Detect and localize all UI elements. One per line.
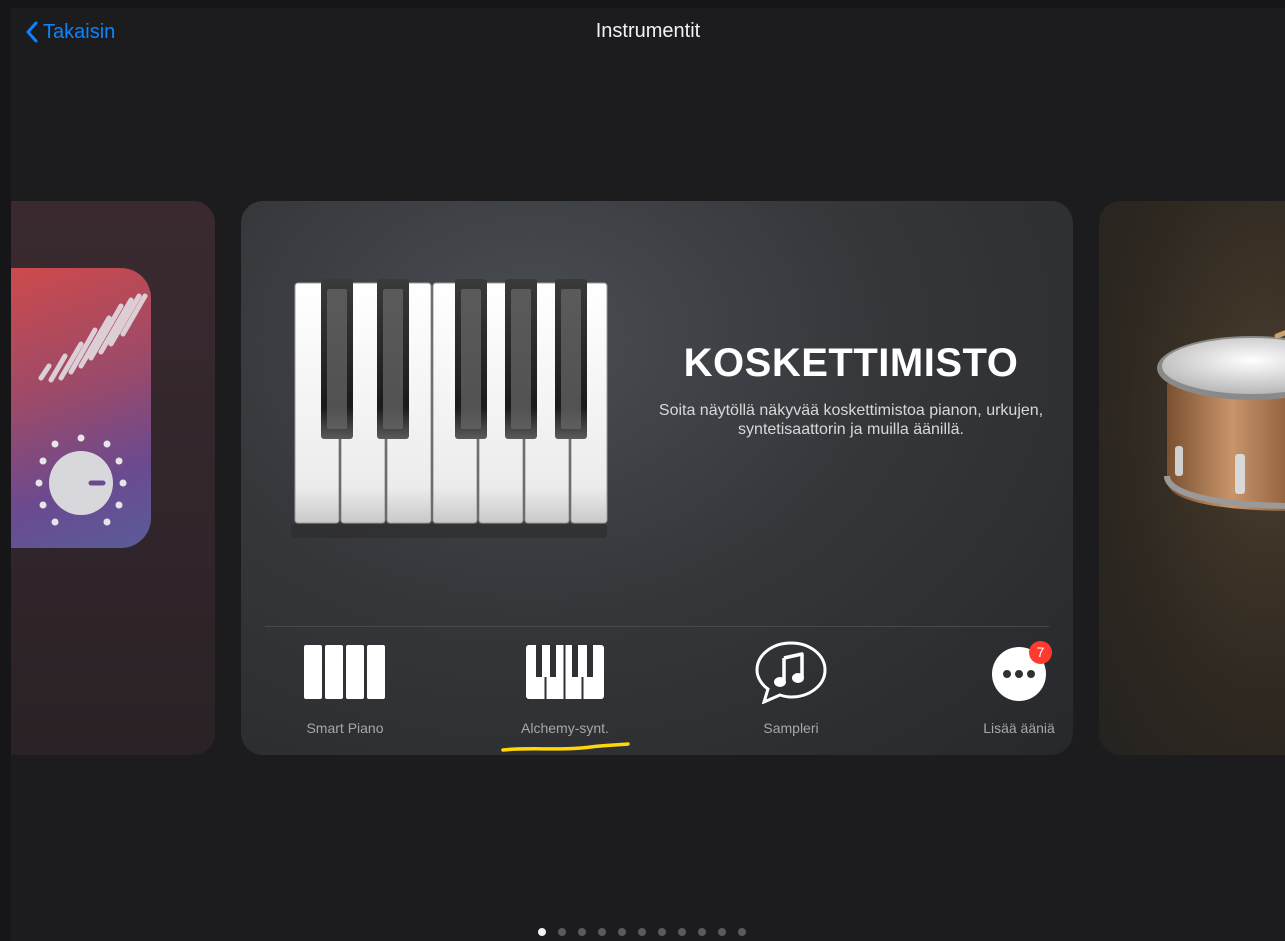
page-dot[interactable] <box>737 928 746 936</box>
snare-drum-icon <box>1157 330 1285 511</box>
page-dot[interactable] <box>697 928 706 936</box>
highlight-underline <box>501 742 630 752</box>
page-dot-active[interactable] <box>537 928 546 936</box>
notification-badge: 7 <box>1029 641 1052 664</box>
page-dot[interactable] <box>717 928 726 936</box>
page-dot[interactable] <box>637 928 646 936</box>
page-title: Instrumentit <box>595 20 701 42</box>
page-dot[interactable] <box>657 928 666 936</box>
page-dot[interactable] <box>557 928 566 936</box>
divider <box>265 626 1049 627</box>
navigation-bar: Takaisin Instrumentit <box>11 8 1285 56</box>
alchemy-synth-icon <box>526 645 604 699</box>
app-screen: Takaisin Instrumentit KOSKETTIMISTO Soit… <box>11 8 1285 941</box>
instrument-card-drums[interactable] <box>1099 201 1285 755</box>
instrument-card-amp[interactable] <box>11 201 215 755</box>
piano-keys-icon <box>291 279 608 538</box>
amp-icon <box>11 268 151 548</box>
sampler-icon <box>755 641 827 704</box>
page-dot[interactable] <box>677 928 686 936</box>
option-smart-piano[interactable]: Smart Piano <box>255 641 435 736</box>
option-label: Smart Piano <box>306 720 384 736</box>
page-dot[interactable] <box>597 928 606 936</box>
option-label: Alchemy-synt. <box>521 720 609 736</box>
instrument-card-keyboard[interactable]: KOSKETTIMISTO Soita näytöllä näkyvää kos… <box>241 201 1073 755</box>
option-label: Lisää ääniä <box>983 720 1055 736</box>
option-label: Sampleri <box>763 720 819 736</box>
card-title: KOSKETTIMISTO <box>683 341 1019 385</box>
option-alchemy-synth[interactable]: Alchemy-synt. <box>475 641 655 736</box>
option-more-sounds[interactable]: 7 Lisää ääniä <box>929 641 1073 736</box>
smart-piano-icon <box>304 645 385 699</box>
card-description: Soita näytöllä näkyvää koskettimistoa pi… <box>658 402 1044 438</box>
page-dot[interactable] <box>617 928 626 936</box>
page-dot[interactable] <box>577 928 586 936</box>
page-indicator[interactable] <box>11 928 1285 936</box>
option-sampler[interactable]: Sampleri <box>701 641 881 736</box>
